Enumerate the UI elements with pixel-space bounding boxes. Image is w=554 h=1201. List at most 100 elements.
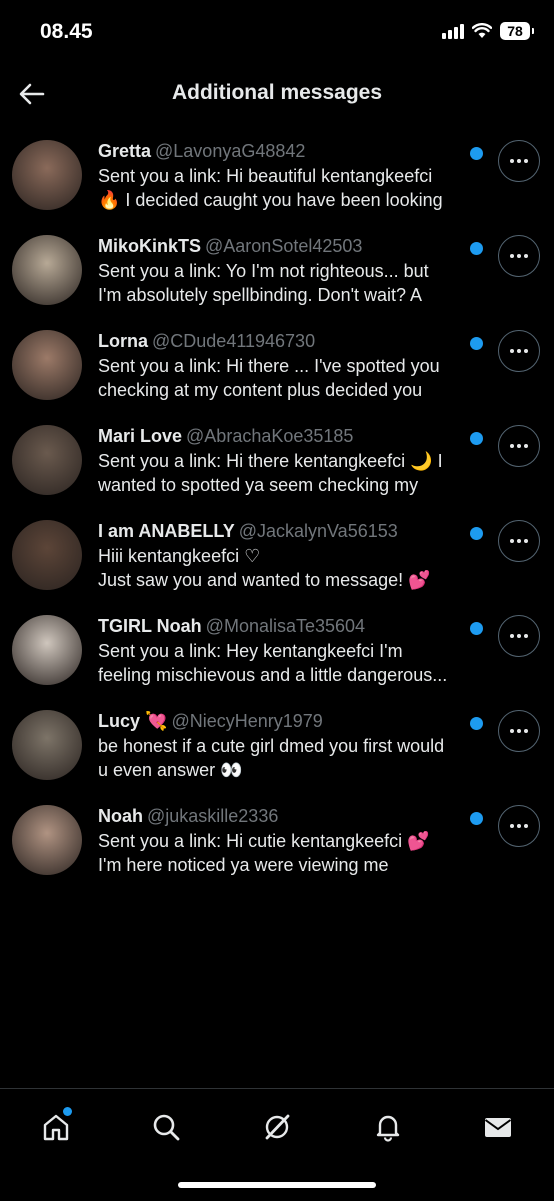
unread-dot [470, 432, 483, 445]
tab-messages[interactable] [478, 1107, 518, 1147]
home-indicator[interactable] [178, 1182, 376, 1188]
preview-line-1: Sent you a link: Hey kentangkeefci I'm [98, 641, 403, 661]
more-dot [510, 539, 514, 543]
message-row[interactable]: Lucy 💘 @NiecyHenry1979 be honest if a cut… [0, 698, 554, 793]
sender-handle: @LavonyaG48842 [155, 141, 306, 161]
status-icons: 78 [442, 22, 534, 40]
avatar[interactable] [12, 425, 82, 495]
avatar[interactable] [12, 615, 82, 685]
sender-name: Mari Love [98, 426, 183, 446]
more-dot [524, 159, 528, 163]
sender-handle: @MonalisaTe35604 [205, 616, 366, 636]
tab-notifications[interactable] [368, 1107, 408, 1147]
more-dot [517, 349, 521, 353]
avatar[interactable] [12, 520, 82, 590]
avatar[interactable] [12, 710, 82, 780]
message-preview: Hiii kentangkeefci ♡ Just saw you and wa… [98, 544, 483, 592]
message-row[interactable]: TGIRL Noah @MonalisaTe35604 Sent you a li… [0, 603, 554, 698]
preview-line-2: wanted to spotted ya seem checking my [98, 475, 419, 495]
more-dot [524, 539, 528, 543]
message-preview: Sent you a link: Hi there ... I've spott… [98, 354, 483, 402]
more-options-button[interactable] [498, 330, 540, 372]
sender-name: Lorna [98, 331, 149, 351]
preview-line-1: be honest if a cute girl dmed you first … [98, 736, 445, 756]
search-icon [153, 1114, 180, 1141]
more-dot [510, 634, 514, 638]
more-dot [517, 729, 521, 733]
more-dot [510, 159, 514, 163]
unread-dot [470, 337, 483, 350]
preview-line-2: I'm here noticed ya were viewing me [98, 855, 389, 875]
sender-handle: @NiecyHenry1979 [171, 711, 323, 731]
message-row[interactable]: MikoKinkTS @AaronSotel42503 Sent you a li… [0, 223, 554, 318]
preview-line-2: I'm absolutely spellbinding. Don't wait?… [98, 285, 423, 305]
header: Additional messages [0, 66, 554, 122]
mail-icon [484, 1118, 512, 1137]
sender-name: Gretta [98, 141, 152, 161]
message-row[interactable]: Gretta @LavonyaG48842 Sent you a link: Hi… [0, 128, 554, 223]
more-dot [510, 254, 514, 258]
more-options-button[interactable] [498, 710, 540, 752]
unread-dot [470, 242, 483, 255]
home-notification-dot [63, 1107, 72, 1116]
more-options-button[interactable] [498, 805, 540, 847]
sender-name: Noah [98, 806, 143, 826]
tab-grok[interactable] [257, 1107, 297, 1147]
more-options-button[interactable] [498, 140, 540, 182]
message-row[interactable]: Noah @jukaskille2336 Sent you a link: Hi … [0, 793, 554, 888]
more-dot [510, 729, 514, 733]
more-dot [524, 824, 528, 828]
more-dot [510, 824, 514, 828]
avatar[interactable] [12, 140, 82, 210]
avatar[interactable] [12, 330, 82, 400]
message-row[interactable]: Lorna @CDude411946730 Sent you a link: Hi… [0, 318, 554, 413]
home-icon [43, 1114, 69, 1141]
sender-name: I am ANABELLY [98, 521, 235, 541]
more-options-button[interactable] [498, 520, 540, 562]
more-dot [524, 444, 528, 448]
signal-icon [442, 23, 464, 39]
more-options-button[interactable] [498, 425, 540, 467]
battery-icon: 78 [500, 22, 534, 40]
preview-line-2: checking at my content plus decided you [98, 380, 423, 400]
tab-search[interactable] [146, 1107, 186, 1147]
more-options-button[interactable] [498, 235, 540, 277]
row-header: Noah @jukaskille2336 [98, 806, 278, 827]
message-row[interactable]: I am ANABELLY @JackalynVa56153 Hiii kenta… [0, 508, 554, 603]
message-preview: Sent you a link: Hi cutie kentangkeefci … [98, 829, 483, 877]
avatar[interactable] [12, 805, 82, 875]
more-dot [510, 349, 514, 353]
message-request-list: Gretta @LavonyaG48842 Sent you a link: Hi… [0, 128, 554, 888]
more-dot [517, 634, 521, 638]
avatar[interactable] [12, 235, 82, 305]
wifi-icon [472, 23, 492, 38]
more-dot [517, 159, 521, 163]
grok-icon [265, 1114, 290, 1140]
more-dot [524, 349, 528, 353]
more-dot [524, 729, 528, 733]
preview-line-2: Just saw you and wanted to message! 💕 [98, 570, 431, 590]
unread-dot [470, 147, 483, 160]
bell-icon [376, 1115, 400, 1142]
preview-line-1: Sent you a link: Hi cutie kentangkeefci … [98, 831, 430, 851]
more-dot [524, 254, 528, 258]
status-time: 08.45 [40, 20, 93, 43]
sender-handle: @AaronSotel42503 [205, 236, 363, 256]
sender-name: MikoKinkTS [98, 236, 202, 256]
row-header: I am ANABELLY @JackalynVa56153 [98, 521, 398, 542]
sender-handle: @CDude411946730 [152, 331, 316, 351]
unread-dot [470, 812, 483, 825]
tab-home[interactable] [36, 1107, 76, 1147]
more-options-button[interactable] [498, 615, 540, 657]
row-header: Lucy 💘 @NiecyHenry1979 [98, 711, 323, 732]
message-row[interactable]: Mari Love @AbrachaKoe35185 Sent you a lin… [0, 413, 554, 508]
preview-line-2: 🔥 I decided caught you have been looking [98, 190, 443, 210]
preview-line-1: Hiii kentangkeefci ♡ [98, 546, 261, 566]
preview-line-2: feeling mischievous and a little dangero… [98, 665, 448, 685]
more-dot [517, 254, 521, 258]
preview-line-2: u even answer 👀 [98, 760, 243, 780]
more-dot [517, 444, 521, 448]
row-header: Gretta @LavonyaG48842 [98, 141, 305, 162]
row-header: TGIRL Noah @MonalisaTe35604 [98, 616, 365, 637]
message-preview: Sent you a link: Hi there kentangkeefci … [98, 449, 483, 497]
